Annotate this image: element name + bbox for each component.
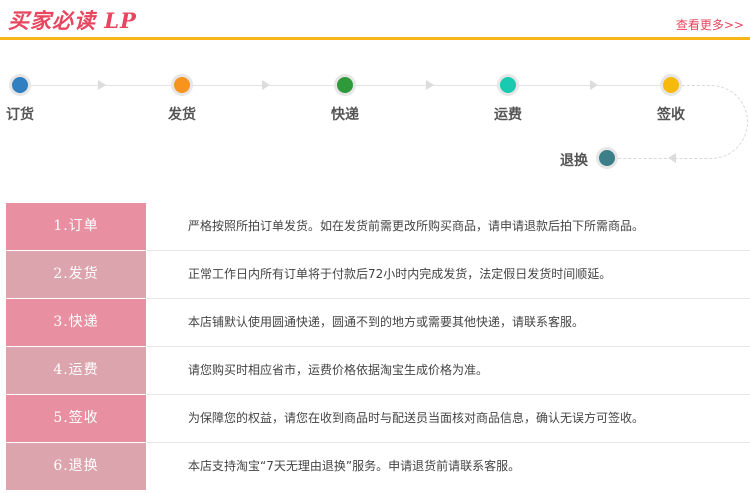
row-label: 6.退换 (6, 443, 146, 490)
table-row: 1.订单 严格按照所拍订单发货。如在发货前需更改所购买商品，请申请退款后拍下所需… (6, 203, 750, 251)
table-row: 2.发货 正常工作日内所有订单将于付款后72小时内完成发货，法定假日发货时间顺延… (6, 251, 750, 299)
row-label: 5.签收 (6, 395, 146, 442)
order-process-flow: 订货 发货 快递 运费 签收 退换 (0, 40, 750, 200)
step-node-freight (497, 74, 519, 96)
info-table: 1.订单 严格按照所拍订单发货。如在发货前需更改所购买商品，请申请退款后拍下所需… (6, 203, 750, 491)
table-row: 5.签收 为保障您的权益，请您在收到商品时与配送员当面核对商品信息，确认无误方可… (6, 395, 750, 443)
row-description: 严格按照所拍订单发货。如在发货前需更改所购买商品，请申请退款后拍下所需商品。 (188, 219, 645, 233)
table-row: 3.快递 本店铺默认使用圆通快递，圆通不到的地方或需要其他快递，请联系客服。 (6, 299, 750, 347)
step-label-return: 退换 (560, 153, 588, 169)
step-label-ship: 发货 (168, 107, 196, 123)
arrow-right-icon (98, 80, 106, 90)
arrow-left-icon (668, 153, 676, 163)
row-description: 为保障您的权益，请您在收到商品时与配送员当面核对商品信息，确认无误方可签收。 (188, 411, 645, 425)
step-node-return (596, 147, 618, 169)
row-description: 请您购买时相应省市，运费价格依据淘宝生成价格为准。 (188, 363, 489, 377)
table-row: 4.运费 请您购买时相应省市，运费价格依据淘宝生成价格为准。 (6, 347, 750, 395)
step-node-order (9, 74, 31, 96)
arrow-right-icon (590, 80, 598, 90)
row-label: 3.快递 (6, 299, 146, 346)
row-label: 1.订单 (6, 203, 146, 250)
row-description: 正常工作日内所有订单将于付款后72小时内完成发货，法定假日发货时间顺延。 (188, 267, 612, 281)
step-label-receipt: 签收 (657, 107, 685, 123)
step-node-ship (171, 74, 193, 96)
view-more-link[interactable]: 查看更多>> (676, 16, 744, 33)
step-label-express: 快递 (331, 107, 359, 123)
step-node-express (334, 74, 356, 96)
row-description: 本店支持淘宝“7天无理由退换”服务。申请退货前请联系客服。 (188, 459, 521, 473)
page-title: 买家必读 LP (8, 8, 137, 33)
row-description: 本店铺默认使用圆通快递，圆通不到的地方或需要其他快递，请联系客服。 (188, 315, 585, 329)
row-label: 4.运费 (6, 347, 146, 394)
arrow-right-icon (426, 80, 434, 90)
step-label-freight: 运费 (494, 107, 522, 123)
header: 买家必读 LP 查看更多>> (0, 0, 750, 40)
table-row: 6.退换 本店支持淘宝“7天无理由退换”服务。申请退货前请联系客服。 (6, 443, 750, 490)
step-node-receipt (660, 74, 682, 96)
arrow-right-icon (262, 80, 270, 90)
row-label: 2.发货 (6, 251, 146, 298)
step-label-order: 订货 (6, 107, 34, 123)
